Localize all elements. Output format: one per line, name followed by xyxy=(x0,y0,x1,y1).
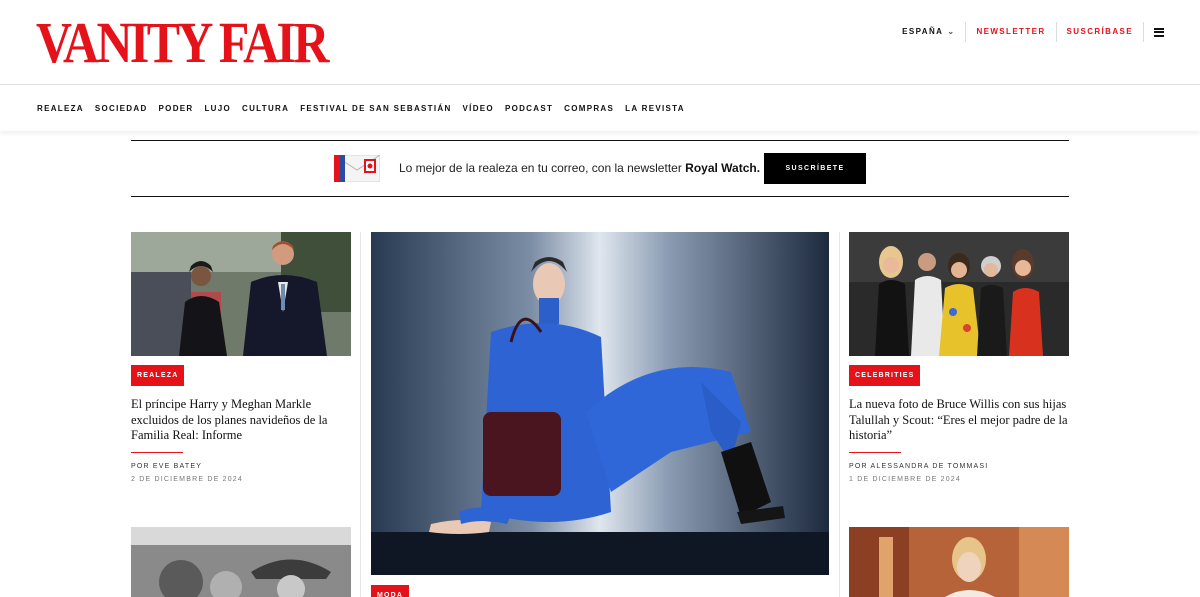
chevron-down-icon: ⌄ xyxy=(947,27,956,36)
headline-rule xyxy=(131,452,183,453)
article-byline[interactable]: POR ALESSANDRA DE TOMMASI xyxy=(849,463,988,470)
envelope-icon xyxy=(334,155,380,182)
category-tag-celebrities[interactable]: CELEBRITIES xyxy=(849,365,921,386)
article-byline[interactable]: POR EVE BATEY xyxy=(131,463,202,470)
nav-item-video[interactable]: VÍDEO xyxy=(463,104,494,113)
article-image-bruce-willis[interactable] xyxy=(849,232,1069,356)
subscribe-newsletter-button[interactable]: SUSCRÍBETE xyxy=(764,153,866,184)
article-image-harry-meghan[interactable] xyxy=(131,232,351,356)
article-headline[interactable]: El príncipe Harry y Meghan Markle exclui… xyxy=(131,397,346,444)
article-image-portrait[interactable] xyxy=(849,527,1069,597)
banner-text-newsletter-name: Royal Watch. xyxy=(685,161,761,175)
article-image-vintage-photo[interactable] xyxy=(131,527,351,597)
edition-label: ESPAÑA xyxy=(902,27,944,36)
nav-item-cultura[interactable]: CULTURA xyxy=(242,104,289,113)
main-nav: REALEZA SOCIEDAD PODER LUJO CULTURA FEST… xyxy=(0,85,1200,131)
edition-selector[interactable]: ESPAÑA ⌄ xyxy=(892,22,965,42)
divider xyxy=(1143,22,1144,42)
banner-text: Lo mejor de la realeza en tu correo, con… xyxy=(399,161,760,175)
column-divider xyxy=(360,232,361,597)
nav-item-poder[interactable]: PODER xyxy=(159,104,194,113)
newsletter-link[interactable]: NEWSLETTER xyxy=(966,22,1055,42)
hamburger-menu-icon[interactable] xyxy=(1154,27,1164,37)
nav-item-realeza[interactable]: REALEZA xyxy=(37,104,84,113)
nav-item-sociedad[interactable]: SOCIEDAD xyxy=(95,104,148,113)
site-header: VANITY FAIR ESPAÑA ⌄ NEWSLETTER SUSCRÍBAS… xyxy=(0,0,1200,85)
column-divider xyxy=(839,232,840,597)
nav-item-festival[interactable]: FESTIVAL DE SAN SEBASTIÁN xyxy=(300,104,451,113)
header-actions: ESPAÑA ⌄ NEWSLETTER SUSCRÍBASE xyxy=(892,22,1164,42)
featured-image-fashion[interactable] xyxy=(371,232,829,575)
newsletter-banner: Lo mejor de la realeza en tu correo, con… xyxy=(131,140,1069,197)
banner-text-prefix: Lo mejor de la realeza en tu correo, con… xyxy=(399,161,686,175)
article-date: 2 DE DICIEMBRE DE 2024 xyxy=(131,476,243,483)
category-tag-realeza[interactable]: REALEZA xyxy=(131,365,185,386)
article-headline[interactable]: La nueva foto de Bruce Willis con sus hi… xyxy=(849,397,1069,444)
nav-item-la-revista[interactable]: LA REVISTA xyxy=(625,104,685,113)
article-date: 1 DE DICIEMBRE DE 2024 xyxy=(849,476,961,483)
nav-item-podcast[interactable]: PODCAST xyxy=(505,104,553,113)
category-tag-moda[interactable]: MODA xyxy=(371,585,410,597)
headline-rule xyxy=(849,452,901,453)
nav-item-compras[interactable]: COMPRAS xyxy=(564,104,614,113)
nav-item-lujo[interactable]: LUJO xyxy=(204,104,231,113)
vanity-fair-logo[interactable]: VANITY FAIR xyxy=(36,14,329,72)
subscribe-link[interactable]: SUSCRÍBASE xyxy=(1057,22,1143,42)
